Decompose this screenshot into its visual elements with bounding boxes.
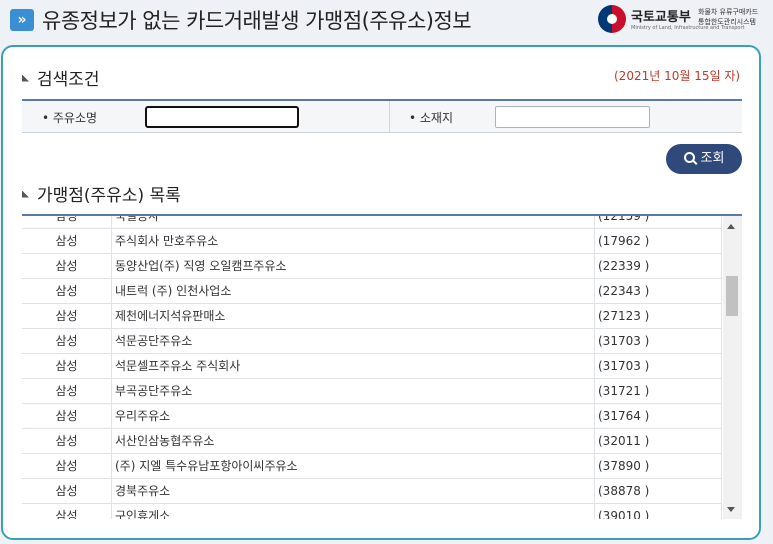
address-label: • 소재지 — [409, 111, 454, 125]
card-company-cell: 삼성 — [22, 504, 112, 519]
station-name-cell: 구인휴게소 — [112, 504, 595, 519]
station-name-cell: 석문셀프주유소 주식회사 — [112, 354, 595, 379]
table-row[interactable]: 삼성 우리주유소 (31764 ) — [22, 404, 722, 429]
station-code-cell: (38878 ) — [595, 479, 722, 504]
card-company-cell: 삼성 — [22, 479, 112, 504]
list-section-label: 가맹점(주유소) 목록 — [37, 186, 181, 206]
station-code-cell: (22339 ) — [595, 254, 722, 279]
card-company-cell: 삼성 — [22, 279, 112, 304]
table-row[interactable]: 삼성 국일공사 (12159 ) — [22, 216, 722, 229]
card-company-cell: 삼성 — [22, 454, 112, 479]
section-mark-icon — [22, 74, 29, 82]
list-section-title: 가맹점(주유소) 목록 — [22, 181, 181, 206]
page-title: 유종정보가 없는 카드거래발생 가맹점(주유소)정보 — [42, 9, 472, 33]
card-company-cell: 삼성 — [22, 229, 112, 254]
scroll-up-arrow-icon[interactable] — [727, 224, 735, 229]
card-company-cell: 삼성 — [22, 429, 112, 454]
table-row[interactable]: 삼성 주식회사 만호주유소 (17962 ) — [22, 229, 722, 254]
card-company-cell: 삼성 — [22, 216, 112, 229]
station-name-cell: 동양산업(주) 직영 오일캠프주유소 — [112, 254, 595, 279]
table-row[interactable]: 삼성 내트럭 (주) 인천사업소 (22343 ) — [22, 279, 722, 304]
card-company-cell: 삼성 — [22, 254, 112, 279]
station-code-cell: (22343 ) — [595, 279, 722, 304]
logo-system-line1: 화물차 유류구매카드 — [698, 8, 759, 16]
scroll-down-arrow-icon[interactable] — [727, 507, 735, 512]
table-row[interactable]: 삼성 동양산업(주) 직영 오일캠프주유소 (22339 ) — [22, 254, 722, 279]
card-company-cell: 삼성 — [22, 354, 112, 379]
table-row[interactable]: 삼성 경북주유소 (38878 ) — [22, 479, 722, 504]
station-code-cell: (31764 ) — [595, 404, 722, 429]
station-name-cell: 내트럭 (주) 인천사업소 — [112, 279, 595, 304]
station-list: 삼성 국일공사 (12159 ) 삼성 주식회사 만호주유소 (17962 ) 삼성 동양산업… — [22, 214, 742, 519]
logo-system-line2: 통합한도관리시스템 — [698, 18, 756, 26]
card-company-cell: 삼성 — [22, 379, 112, 404]
table-row[interactable]: 삼성 석문셀프주유소 주식회사 (31703 ) — [22, 354, 722, 379]
page-header: » 유종정보가 없는 카드거래발생 가맹점(주유소)정보 국토교통부 Minis… — [0, 0, 773, 40]
card-company-cell: 삼성 — [22, 404, 112, 429]
station-list-rows: 삼성 국일공사 (12159 ) 삼성 주식회사 만호주유소 (17962 ) 삼성 동양산업… — [22, 216, 722, 519]
table-row[interactable]: 삼성 석문공단주유소 (31703 ) — [22, 329, 722, 354]
logo-system-name: 화물차 유류구매카드 통합한도관리시스템 — [698, 7, 758, 27]
station-code-cell: (31721 ) — [595, 379, 722, 404]
station-code-cell: (37890 ) — [595, 454, 722, 479]
station-name-cell: 주식회사 만호주유소 — [112, 229, 595, 254]
address-input[interactable] — [495, 106, 650, 128]
station-code-cell: (32011 ) — [595, 429, 722, 454]
section-mark-icon — [22, 190, 29, 198]
station-name-cell: 제천에너지석유판매소 — [112, 304, 595, 329]
station-code-cell: (17962 ) — [595, 229, 722, 254]
station-name-label: • 주유소명 — [42, 111, 98, 125]
reference-date: (2021년 10월 15일 자) — [614, 69, 741, 83]
station-code-cell: (31703 ) — [595, 354, 722, 379]
station-name-cell: 경북주유소 — [112, 479, 595, 504]
table-row[interactable]: 삼성 (주) 지엘 특수유남포항아이씨주유소 (37890 ) — [22, 454, 722, 479]
station-code-cell: (12159 ) — [595, 216, 722, 229]
station-name-cell: 부곡공단주유소 — [112, 379, 595, 404]
search-conditions: • 주유소명 • 소재지 — [22, 99, 742, 133]
station-name-cell: 우리주유소 — [112, 404, 595, 429]
main-panel: 검색조건 (2021년 10월 15일 자) • 주유소명 • 소재지 조회 가… — [1, 45, 761, 540]
card-company-cell: 삼성 — [22, 304, 112, 329]
scroll-thumb[interactable] — [726, 276, 738, 316]
table-row[interactable]: 삼성 서산인삼농협주유소 (32011 ) — [22, 429, 722, 454]
station-name-cell: 석문공단주유소 — [112, 329, 595, 354]
taegeuk-emblem-icon — [598, 5, 626, 33]
search-section-label: 검색조건 — [37, 70, 100, 90]
search-icon — [683, 152, 695, 163]
search-button-label: 조회 — [700, 151, 725, 166]
table-row[interactable]: 삼성 부곡공단주유소 (31721 ) — [22, 379, 722, 404]
station-code-cell: (39010 ) — [595, 504, 722, 519]
table-row[interactable]: 삼성 구인휴게소 (39010 ) — [22, 504, 722, 519]
vertical-scrollbar[interactable] — [723, 216, 742, 519]
ministry-logo: 국토교통부 Ministry of Land, Infrastructure a… — [598, 4, 768, 36]
card-company-cell: 삼성 — [22, 329, 112, 354]
logo-ministry-name: 국토교통부 — [631, 10, 691, 25]
search-cell-name: • 주유소명 — [22, 101, 390, 133]
station-name-cell: 서산인삼농협주유소 — [112, 429, 595, 454]
double-chevron-icon: » — [10, 9, 34, 31]
table-row[interactable]: 삼성 제천에너지석유판매소 (27123 ) — [22, 304, 722, 329]
station-code-cell: (31703 ) — [595, 329, 722, 354]
station-code-cell: (27123 ) — [595, 304, 722, 329]
search-button[interactable]: 조회 — [666, 144, 742, 174]
station-name-cell: 국일공사 — [112, 216, 595, 229]
station-name-cell: (주) 지엘 특수유남포항아이씨주유소 — [112, 454, 595, 479]
search-section-title: 검색조건 — [22, 65, 100, 90]
station-name-input[interactable] — [145, 106, 299, 128]
